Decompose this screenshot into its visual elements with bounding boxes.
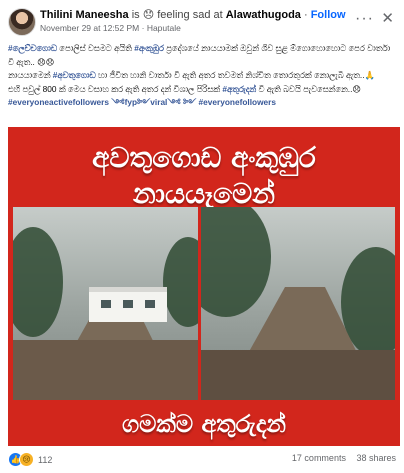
hashtag-link[interactable]: #අංකුඹුර bbox=[134, 43, 164, 53]
reaction-count: 112 bbox=[38, 454, 53, 465]
post-card: Thilini Maneesha is 😞 feeling sad at Ala… bbox=[0, 0, 404, 473]
hashtag-link[interactable]: #අවතුගොඩ bbox=[53, 70, 96, 80]
landslide-photo-right bbox=[201, 207, 395, 400]
location-link[interactable]: Alawathugoda bbox=[226, 9, 301, 21]
post-caption: #ලෙච්චගොඩ පොලිස් වසමට අයිති #අංකුඹුර ප්‍… bbox=[8, 42, 394, 110]
caption-line-3: එහි පවුල් 800 ක් මෙය වසාහ කර ඇති අතර දන්… bbox=[8, 83, 394, 97]
image-title-line-3: ගමක්ම අතුරුදන් bbox=[122, 410, 286, 438]
post-meta: November 29 at 12:52 PM · Haputale bbox=[40, 23, 181, 33]
post-footer: 👍 😢 112 17 comments 38 shares bbox=[8, 452, 396, 468]
post-place[interactable]: Haputale bbox=[147, 23, 181, 33]
hashtag-link[interactable]: #ලෙච්චගොඩ bbox=[8, 43, 57, 53]
sad-icon: 😢 bbox=[19, 452, 34, 467]
window bbox=[145, 300, 155, 308]
author-name[interactable]: Thilini Maneesha bbox=[40, 9, 129, 21]
comments-count[interactable]: 17 comments bbox=[292, 453, 346, 463]
caption-text: පොලිස් වසමට අයිති bbox=[57, 43, 135, 53]
ground bbox=[13, 340, 198, 400]
caption-line-1: #ලෙච්චගොඩ පොලිස් වසමට අයිති #අංකුඹුර ප්‍… bbox=[8, 42, 394, 69]
image-title-line-2: නායයෑමෙන් bbox=[133, 177, 275, 210]
post-image[interactable]: අවතුගොඩ අංකුඹුර නායයෑමෙන් ගමක්ම අතුරුදන් bbox=[8, 127, 400, 446]
reactions-summary[interactable]: 👍 😢 112 bbox=[8, 452, 52, 467]
caption-text: වී ඇති බවයි පැවසෙන්නෙ..😞 bbox=[256, 83, 362, 94]
caption-text: හා ජීවිත හානි වාර්තා වී ඇති අතර තවමත් නි… bbox=[95, 70, 375, 80]
ground bbox=[201, 350, 395, 400]
avatar[interactable] bbox=[8, 8, 36, 36]
image-title-line-1: අවතුගොඩ අංකුඹුර bbox=[92, 141, 316, 174]
hashtag-links[interactable]: #everyoneactivefollowers ༺fyp༻viral༺ ༻ #… bbox=[8, 97, 276, 107]
landslide-photo-left bbox=[13, 207, 198, 400]
more-options-icon[interactable]: ··· bbox=[355, 10, 374, 28]
close-icon[interactable]: ✕ bbox=[381, 9, 394, 27]
window bbox=[123, 300, 133, 308]
post-author-line: Thilini Maneesha is 😞 feeling sad at Ala… bbox=[40, 8, 346, 21]
follow-button[interactable]: Follow bbox=[311, 9, 346, 21]
caption-hashtags: #everyoneactivefollowers ༺fyp༻viral༺ ༻ #… bbox=[8, 96, 394, 110]
separator-dot: · bbox=[303, 9, 308, 21]
caption-text: එහි පවුල් 800 ක් මෙය වසාහ කර ඇති අතර දන්… bbox=[8, 83, 223, 94]
house bbox=[89, 287, 167, 322]
shares-count[interactable]: 38 shares bbox=[356, 453, 396, 463]
hashtag-link[interactable]: #අතුරුදන් bbox=[222, 84, 256, 94]
window bbox=[101, 300, 111, 308]
post-date[interactable]: November 29 at 12:52 PM bbox=[40, 23, 139, 33]
caption-line-2: නායයාමෙන් #අවතුගොඩ හා ජීවිත හානි වාර්තා … bbox=[8, 69, 394, 83]
caption-text: නායයාමෙන් bbox=[8, 70, 53, 80]
engagement-counts: 17 comments 38 shares bbox=[284, 453, 396, 463]
post-header: Thilini Maneesha is 😞 feeling sad at Ala… bbox=[8, 6, 398, 40]
activity-text: is 😞 feeling sad at bbox=[131, 9, 223, 21]
